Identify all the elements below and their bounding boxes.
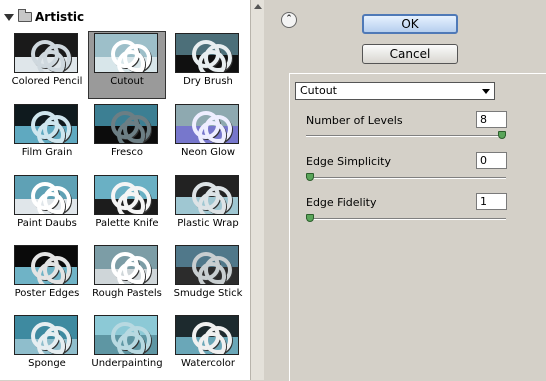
filter-thumbnail[interactable]: Colored Pencil <box>8 31 86 99</box>
slider-track-levels[interactable] <box>306 135 506 137</box>
filter-preview-image <box>14 245 78 285</box>
param-label-fidelity: Edge Fidelity <box>306 196 377 209</box>
filter-thumbnail[interactable]: Paint Daubs <box>8 173 86 241</box>
filter-preview-image <box>14 315 78 355</box>
double-chevron-up-icon: ⌃ <box>285 14 293 24</box>
param-input-fidelity[interactable]: 1 <box>476 193 507 210</box>
filter-label: Palette Knife <box>95 218 159 229</box>
filter-label: Underpainting <box>91 358 163 369</box>
filter-label: Neon Glow <box>180 147 236 158</box>
expand-triangle-icon[interactable] <box>4 13 14 21</box>
filter-preview-image <box>14 104 78 144</box>
param-label-simplicity: Edge Simplicity <box>306 155 391 168</box>
param-input-levels[interactable]: 8 <box>476 111 507 128</box>
filter-thumbnail[interactable]: Rough Pastels <box>88 243 166 311</box>
slider-knob-fidelity[interactable] <box>306 214 314 222</box>
filter-label: Cutout <box>110 76 144 87</box>
filter-preview-image <box>175 104 239 144</box>
slider-knob-levels[interactable] <box>498 131 506 139</box>
filter-select[interactable]: Cutout <box>295 82 495 100</box>
ok-button[interactable]: OK <box>362 14 458 34</box>
scroll-up-arrow-icon[interactable] <box>254 4 262 9</box>
filter-thumbnail[interactable]: Palette Knife <box>88 173 166 241</box>
filter-thumbnail[interactable]: Fresco <box>88 102 166 170</box>
collapse-gallery-button[interactable]: ⌃ <box>281 12 297 28</box>
filter-preview-image <box>175 245 239 285</box>
filter-preview-image <box>94 104 158 144</box>
category-title: Artistic <box>35 10 85 24</box>
filter-thumbnail[interactable]: Dry Brush <box>169 31 247 99</box>
filter-preview-image <box>14 33 78 73</box>
filter-label: Colored Pencil <box>11 76 83 87</box>
filter-label: Rough Pastels <box>92 288 162 299</box>
dropdown-arrow-icon <box>482 89 490 94</box>
folder-icon <box>18 9 32 22</box>
filter-label: Dry Brush <box>183 76 233 87</box>
gallery-scrollbar[interactable] <box>250 0 264 380</box>
slider-track-simplicity[interactable] <box>306 177 506 179</box>
filter-label: Sponge <box>28 358 66 369</box>
slider-knob-simplicity[interactable] <box>306 173 314 181</box>
filter-thumbnail[interactable]: Film Grain <box>8 102 86 170</box>
slider-track-fidelity[interactable] <box>306 218 506 220</box>
filter-gallery: Artistic Colored Pencil Cutout Dry Brush Fi… <box>0 0 264 380</box>
filter-preview-image <box>94 33 158 73</box>
filter-thumbnail[interactable]: Plastic Wrap <box>169 173 247 241</box>
filter-label: Plastic Wrap <box>177 218 239 229</box>
filter-thumbnail[interactable]: Smudge Stick <box>169 243 247 311</box>
filter-thumbnail[interactable]: Neon Glow <box>169 102 247 170</box>
filter-preview-image <box>175 315 239 355</box>
filter-label: Poster Edges <box>14 288 80 299</box>
filter-preview-image <box>175 33 239 73</box>
filter-thumbnail[interactable]: Cutout <box>88 31 166 99</box>
filter-label: Watercolor <box>181 358 235 369</box>
filter-label: Smudge Stick <box>173 288 243 299</box>
filter-label: Paint Daubs <box>17 218 77 229</box>
filter-preview-image <box>94 245 158 285</box>
filter-thumbnail[interactable]: Sponge <box>8 313 86 381</box>
filter-label: Film Grain <box>21 147 73 158</box>
filter-thumbnail[interactable]: Watercolor <box>169 313 247 381</box>
filter-preview-image <box>94 175 158 215</box>
cancel-button[interactable]: Cancel <box>362 44 458 64</box>
filter-preview-image <box>14 175 78 215</box>
filter-select-value: Cutout <box>300 84 337 97</box>
filter-preview-image <box>94 315 158 355</box>
filter-label: Fresco <box>111 147 143 158</box>
param-label-levels: Number of Levels <box>306 114 403 127</box>
filter-thumbnail[interactable]: Poster Edges <box>8 243 86 311</box>
filter-preview-image <box>175 175 239 215</box>
param-input-simplicity[interactable]: 0 <box>476 152 507 169</box>
filter-thumbnail[interactable]: Underpainting <box>88 313 166 381</box>
category-header[interactable]: Artistic <box>4 9 84 25</box>
